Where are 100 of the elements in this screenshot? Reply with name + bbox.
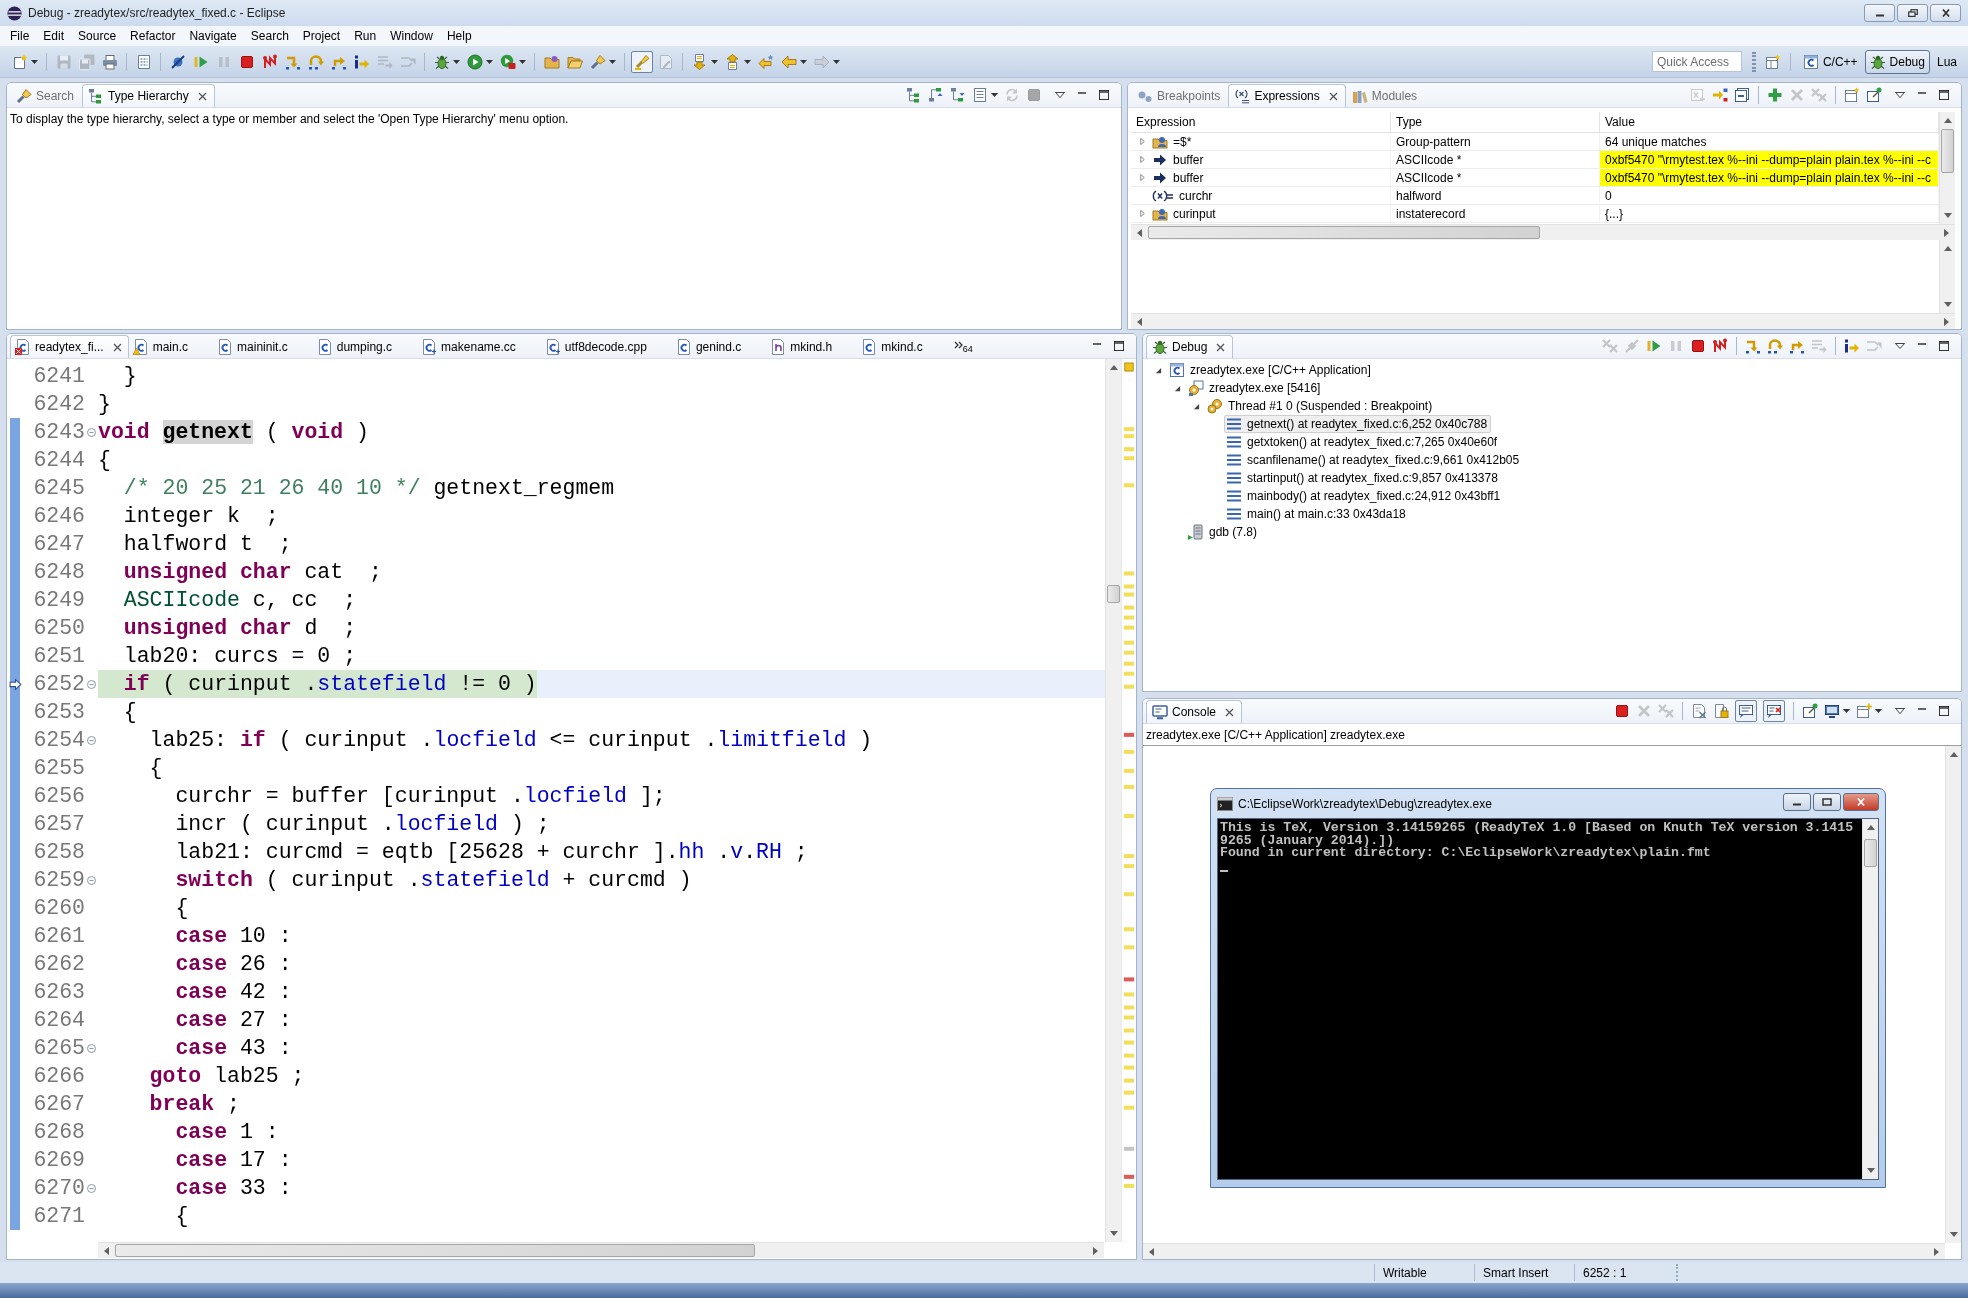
plus-icon[interactable] — [1767, 87, 1783, 103]
quick-access-field[interactable]: Quick Access — [1651, 51, 1742, 72]
scroll-right-icon[interactable] — [1093, 1246, 1098, 1255]
perspective-button[interactable]: Lua — [1931, 49, 1962, 74]
resume-icon[interactable] — [1646, 338, 1662, 354]
stop-icon[interactable] — [1614, 703, 1630, 719]
step-return-icon[interactable] — [1789, 338, 1805, 354]
fold-icon[interactable] — [87, 1183, 96, 1193]
stop-icon[interactable] — [238, 53, 255, 70]
scroll-left-icon[interactable] — [1137, 228, 1142, 237]
menu-item[interactable]: Run — [347, 29, 384, 43]
view-menu-icon[interactable] — [1895, 343, 1905, 349]
scroll-left-icon[interactable] — [104, 1246, 109, 1255]
dropdown-caret-icon[interactable] — [744, 59, 751, 64]
pin-icon[interactable] — [1866, 87, 1882, 103]
editor-tab[interactable]: maininit.c — [213, 335, 313, 358]
dropdown-caret-icon[interactable] — [486, 59, 493, 64]
dropdown-caret-icon[interactable] — [991, 93, 998, 97]
tree-item[interactable]: Thread #1 0 (Suspended : Breakpoint) — [1205, 397, 1437, 415]
scroll-right-icon[interactable] — [1944, 317, 1949, 326]
scrollbar[interactable] — [1131, 224, 1955, 240]
scroll-down-icon[interactable] — [1949, 1232, 1958, 1237]
step-into-icon[interactable] — [1745, 338, 1761, 354]
tree-toggle-icon[interactable] — [1138, 138, 1146, 145]
scrollbar[interactable] — [1945, 746, 1961, 1243]
scrollbar-thumb[interactable] — [1148, 226, 1540, 239]
maximize-button[interactable] — [1813, 793, 1841, 811]
scroll-up-icon[interactable] — [1949, 752, 1958, 757]
arrow-star-icon[interactable] — [757, 53, 774, 70]
tree-item[interactable]: scanfilename() at readytex_fixed.c:9,661 0x412b05 — [1224, 451, 1524, 469]
tree-item[interactable]: mainbody() at readytex_fixed.c:24,912 0x43bff1 — [1224, 487, 1505, 505]
maximize-icon[interactable] — [1114, 341, 1124, 351]
tree-item[interactable]: zreadytex.exe [5416] — [1186, 379, 1325, 397]
dropdown-caret-icon[interactable] — [453, 59, 460, 64]
tree-toggle-icon[interactable] — [1138, 174, 1146, 181]
view-tab[interactable]: Type Hierarchy — [82, 84, 215, 107]
view-tab[interactable]: Breakpoints — [1131, 84, 1229, 107]
editor-tab[interactable]: makename.cc — [417, 335, 541, 358]
view-tab[interactable]: Search — [10, 84, 83, 107]
view-tab[interactable]: Modules — [1345, 84, 1426, 107]
slashed-dot-icon[interactable] — [169, 53, 186, 70]
editor-tab[interactable]: genind.c — [671, 335, 767, 358]
dropdown-caret-icon[interactable] — [519, 59, 526, 64]
bug-icon[interactable] — [433, 53, 450, 70]
column-header[interactable]: Type — [1391, 112, 1600, 132]
maximize-icon[interactable] — [1099, 90, 1109, 100]
scrollbar[interactable] — [1939, 112, 1955, 224]
scroll-up-icon[interactable] — [1943, 246, 1952, 251]
editor-tab[interactable]: dumping.c — [312, 335, 418, 358]
scroll-down-icon[interactable] — [1866, 1168, 1875, 1173]
scroll-left-icon[interactable] — [1137, 317, 1142, 326]
folder-icon[interactable] — [543, 53, 560, 70]
menu-item[interactable]: Help — [439, 29, 479, 43]
fold-icon[interactable] — [87, 875, 96, 885]
scrollbar-thumb[interactable] — [1864, 839, 1877, 867]
fold-icon[interactable] — [87, 1043, 96, 1053]
page-down-arrow-icon[interactable] — [691, 53, 708, 70]
dropdown-caret-icon[interactable] — [800, 59, 807, 64]
menu-item[interactable]: Search — [243, 29, 296, 43]
dropdown-caret-icon[interactable] — [1875, 709, 1882, 713]
disconnect-icon[interactable] — [1712, 338, 1728, 354]
tree-toggle-icon[interactable] — [1138, 210, 1146, 217]
play-toolbox-icon[interactable] — [499, 53, 516, 70]
page-cross-icon[interactable] — [1691, 703, 1707, 719]
speech-window-icon[interactable] — [1735, 700, 1757, 722]
scrollbar[interactable] — [98, 1242, 1104, 1258]
scrollbar[interactable] — [1131, 313, 1955, 329]
tree-item[interactable]: startinput() at readytex_fixed.c:9,857 0x413378 — [1224, 469, 1502, 487]
printer-icon[interactable] — [101, 53, 118, 70]
tree-down-icon[interactable] — [950, 87, 966, 103]
scrollbar[interactable] — [1939, 240, 1955, 313]
scrollbar[interactable] — [1862, 819, 1878, 1179]
flashlight-icon[interactable] — [589, 53, 606, 70]
play-circle-icon[interactable] — [466, 53, 483, 70]
close-button[interactable] — [1930, 4, 1961, 22]
tree-item[interactable]: getnext() at readytex_fixed.c:6,252 0x40c788 — [1224, 415, 1492, 433]
drag-handle[interactable] — [1751, 51, 1756, 72]
column-header[interactable]: Expression — [1131, 112, 1391, 132]
dropdown-caret-icon[interactable] — [609, 59, 616, 64]
step-over-icon[interactable] — [307, 53, 324, 70]
editor-tab[interactable]: main.c — [128, 335, 214, 358]
tree-icon[interactable] — [906, 87, 922, 103]
view-menu-icon[interactable] — [1055, 92, 1065, 98]
stop-icon[interactable] — [1690, 338, 1706, 354]
collapse-icon[interactable] — [1734, 87, 1750, 103]
menu-item[interactable]: Refactor — [123, 29, 183, 43]
scroll-up-icon[interactable] — [1109, 365, 1118, 370]
scroll-left-icon[interactable] — [1149, 1247, 1154, 1256]
editor-tab[interactable]: mkind.c — [857, 335, 948, 358]
tree-item[interactable]: main() at main.c:33 0x43da18 — [1224, 505, 1410, 523]
minimize-button[interactable] — [1783, 793, 1811, 811]
menu-item[interactable]: Source — [71, 29, 124, 43]
fold-icon[interactable] — [87, 427, 96, 437]
pin-icon[interactable] — [1802, 703, 1818, 719]
close-icon[interactable] — [1216, 342, 1226, 352]
maximize-icon[interactable] — [1939, 341, 1949, 351]
scrollbar-thumb[interactable] — [115, 1244, 755, 1257]
window-plus-icon[interactable] — [1856, 703, 1872, 719]
menu-item[interactable]: Project — [295, 29, 348, 43]
tree-item[interactable]: zreadytex.exe [C/C++ Application] — [1167, 361, 1375, 379]
